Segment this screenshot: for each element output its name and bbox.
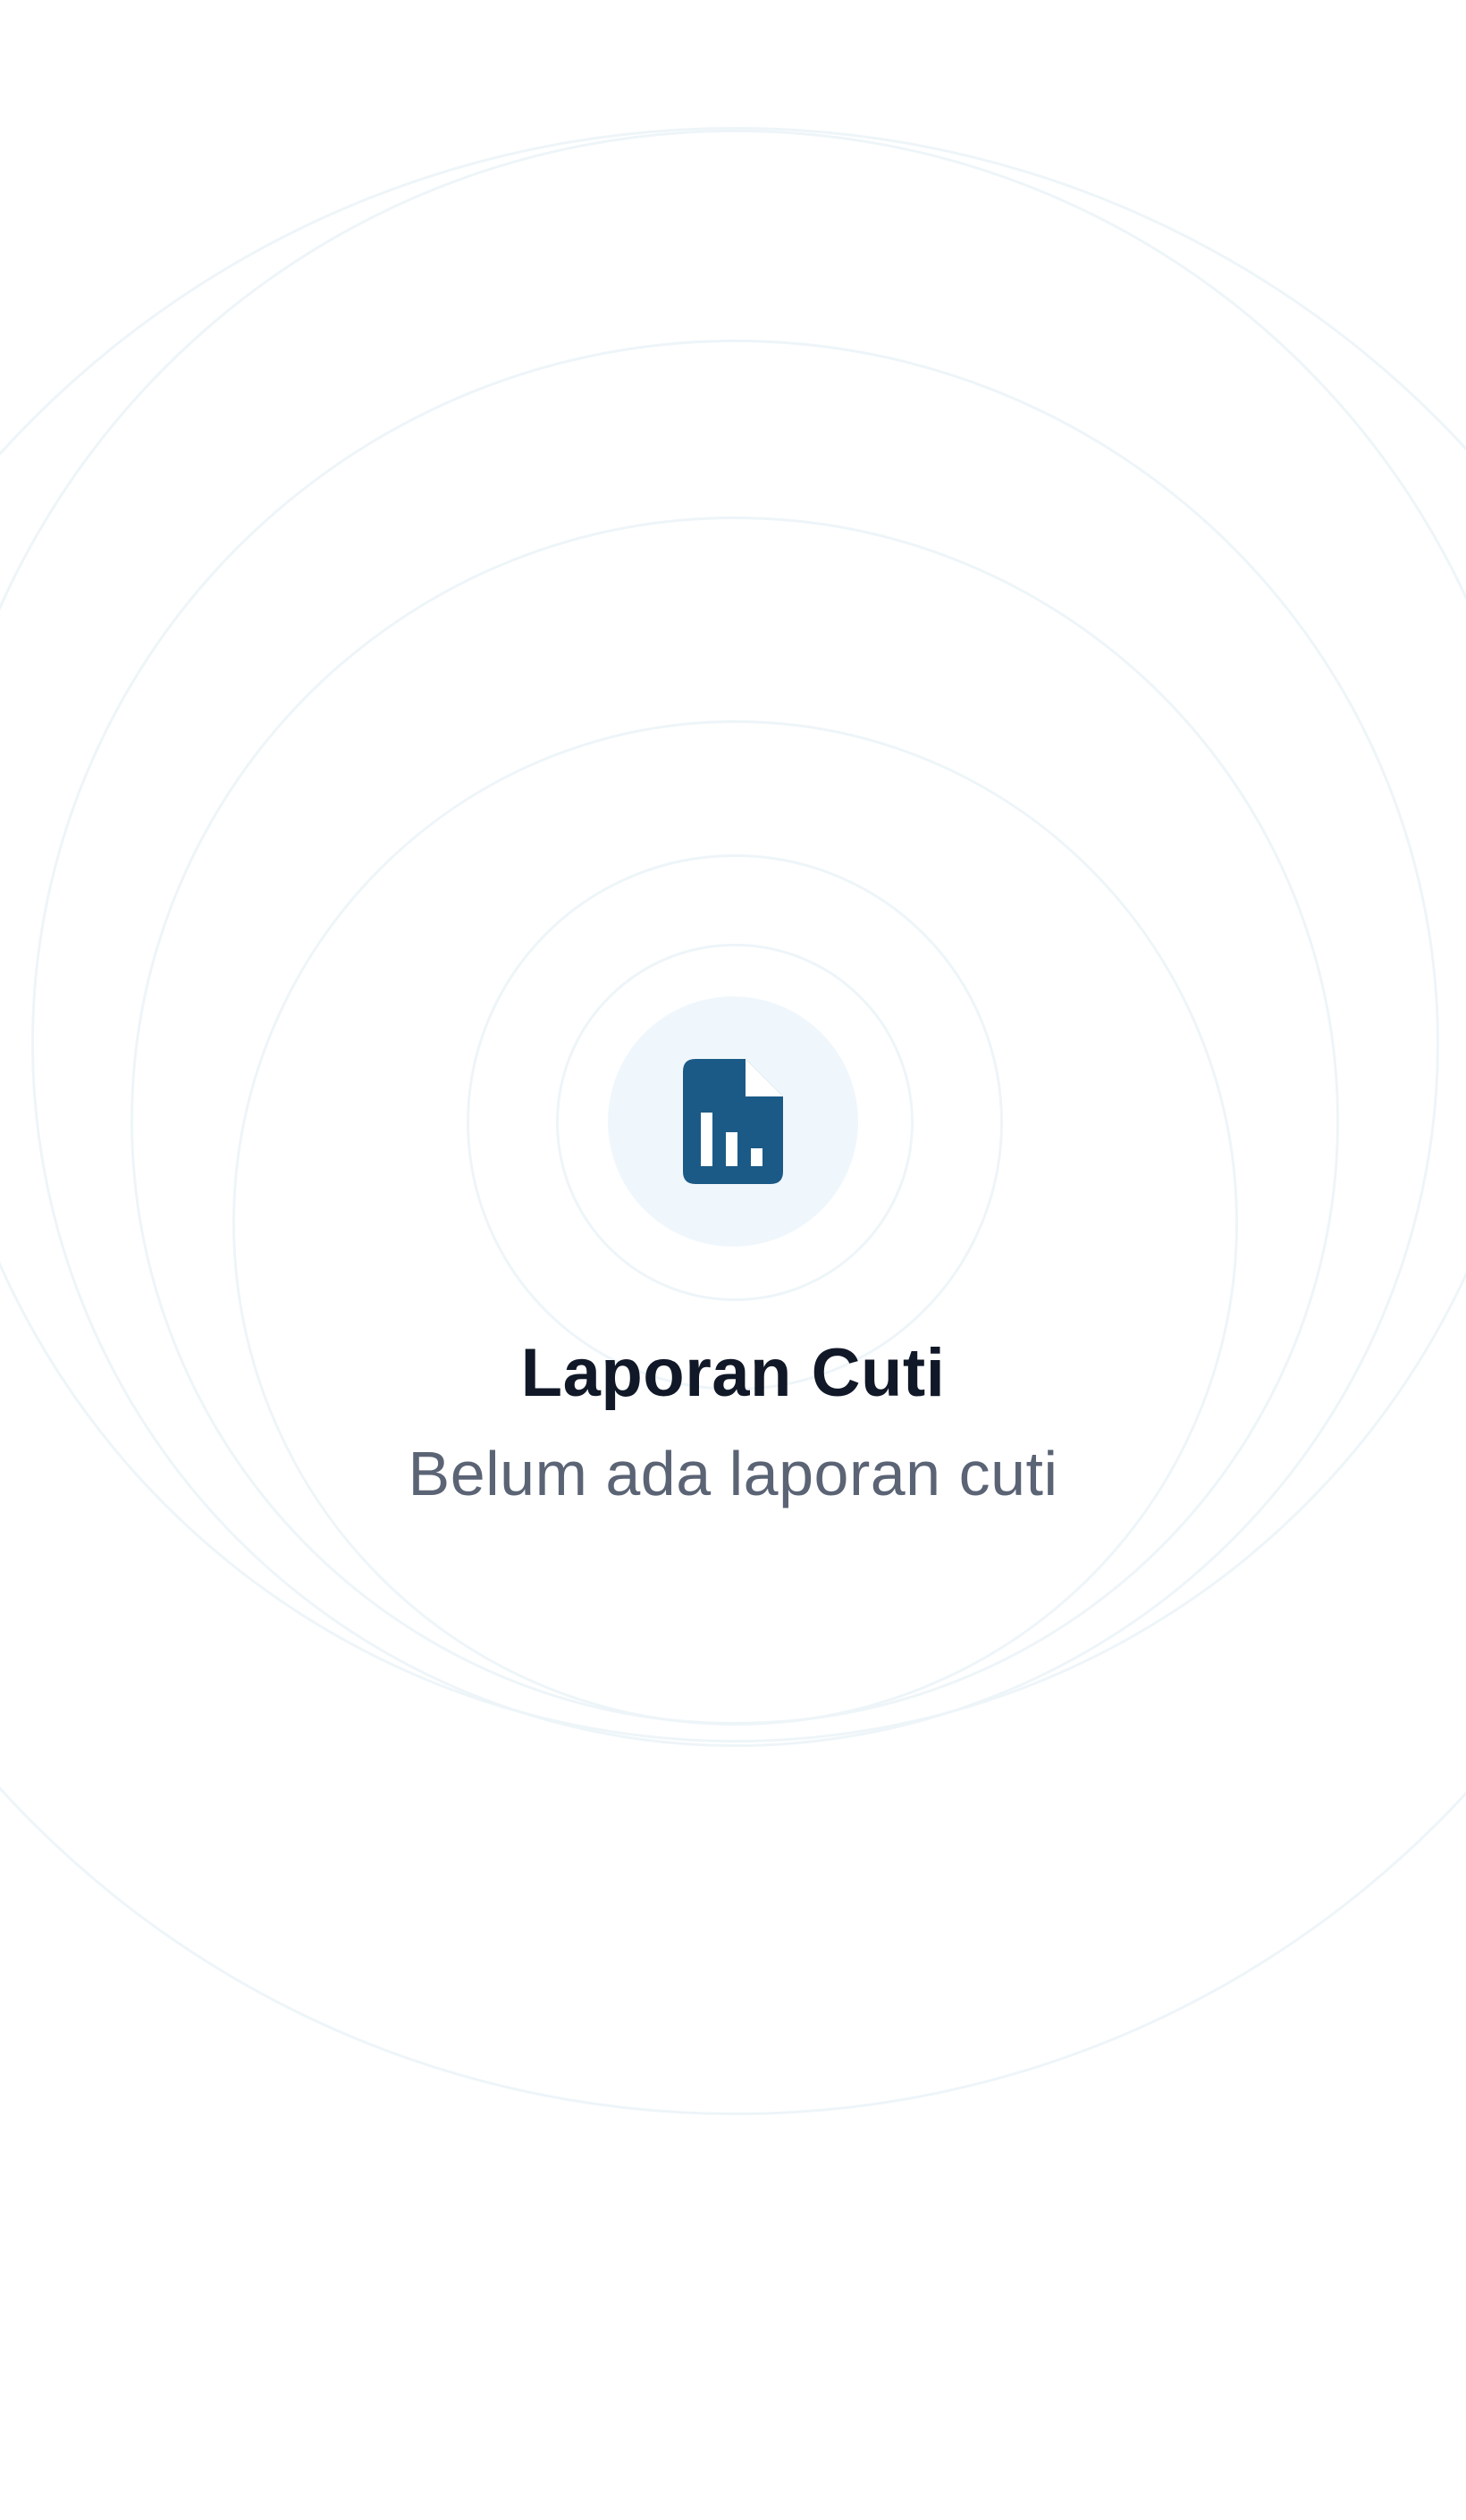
report-document-chart-icon <box>683 1059 783 1184</box>
empty-state-message: Belum ada laporan cuti <box>408 1438 1058 1508</box>
leave-report-screen: Laporan Cuti Belum ada laporan cuti <box>0 0 1466 2520</box>
icon-badge <box>608 996 858 1247</box>
empty-state-title: Laporan Cuti <box>520 1335 946 1411</box>
empty-state: Laporan Cuti Belum ada laporan cuti <box>0 996 1466 1509</box>
